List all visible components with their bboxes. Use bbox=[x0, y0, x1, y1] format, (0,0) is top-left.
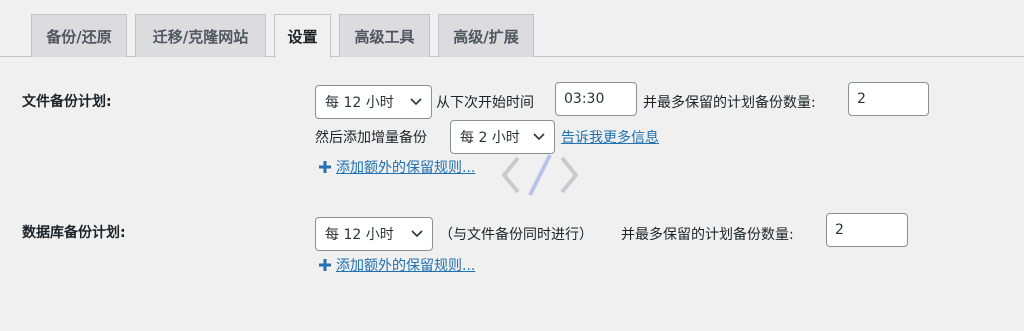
db-backup-interval-select[interactable]: 每 12 小时 bbox=[315, 217, 433, 251]
file-add-retention-rule-label: 添加额外的保留规则... bbox=[336, 160, 476, 176]
start-time-input[interactable] bbox=[555, 82, 637, 116]
db-backup-interval-value: 每 12 小时 bbox=[325, 227, 394, 243]
more-info-link[interactable]: 告诉我更多信息 bbox=[561, 127, 659, 147]
settings-tabs: 备份/还原 迁移/克隆网站 设置 高级工具 高级/扩展 bbox=[0, 0, 1024, 58]
plus-icon bbox=[319, 259, 331, 271]
tab-advanced-tools[interactable]: 高级工具 bbox=[339, 14, 430, 57]
incremental-interval-select[interactable]: 每 2 小时 bbox=[450, 120, 555, 154]
next-start-time-text: 从下次开始时间 bbox=[436, 95, 534, 111]
incremental-backup-text: 然后添加增量备份 bbox=[315, 130, 427, 146]
incremental-interval-value: 每 2 小时 bbox=[460, 130, 520, 146]
db-keep-count-text: 并最多保留的计划备份数量: bbox=[621, 227, 794, 243]
file-backup-schedule-label: 文件备份计划: bbox=[22, 94, 112, 110]
file-backup-interval-select[interactable]: 每 12 小时 bbox=[315, 85, 432, 119]
file-keep-count-text: 并最多保留的计划备份数量: bbox=[643, 95, 816, 111]
plus-icon bbox=[319, 161, 331, 173]
file-keep-count-input[interactable] bbox=[848, 82, 929, 116]
same-time-text: （与文件备份同时进行） bbox=[439, 227, 593, 243]
db-add-retention-rule-link[interactable]: 添加额外的保留规则... bbox=[318, 255, 475, 275]
code-brackets-icon bbox=[501, 154, 579, 196]
chevron-down-icon bbox=[411, 230, 423, 238]
chevron-down-icon bbox=[410, 98, 422, 106]
chevron-down-icon bbox=[533, 133, 545, 141]
db-backup-schedule-label: 数据库备份计划: bbox=[22, 225, 126, 241]
file-add-retention-rule-link[interactable]: 添加额外的保留规则... bbox=[318, 157, 475, 177]
tab-migrate-clone[interactable]: 迁移/克隆网站 bbox=[135, 14, 266, 57]
db-keep-count-input[interactable] bbox=[826, 213, 908, 247]
file-backup-interval-value: 每 12 小时 bbox=[325, 95, 394, 111]
tab-backup-restore[interactable]: 备份/还原 bbox=[31, 14, 127, 57]
tab-premium-extensions[interactable]: 高级/扩展 bbox=[438, 14, 534, 57]
tab-settings[interactable]: 设置 bbox=[274, 14, 331, 58]
db-add-retention-rule-label: 添加额外的保留规则... bbox=[336, 258, 476, 274]
